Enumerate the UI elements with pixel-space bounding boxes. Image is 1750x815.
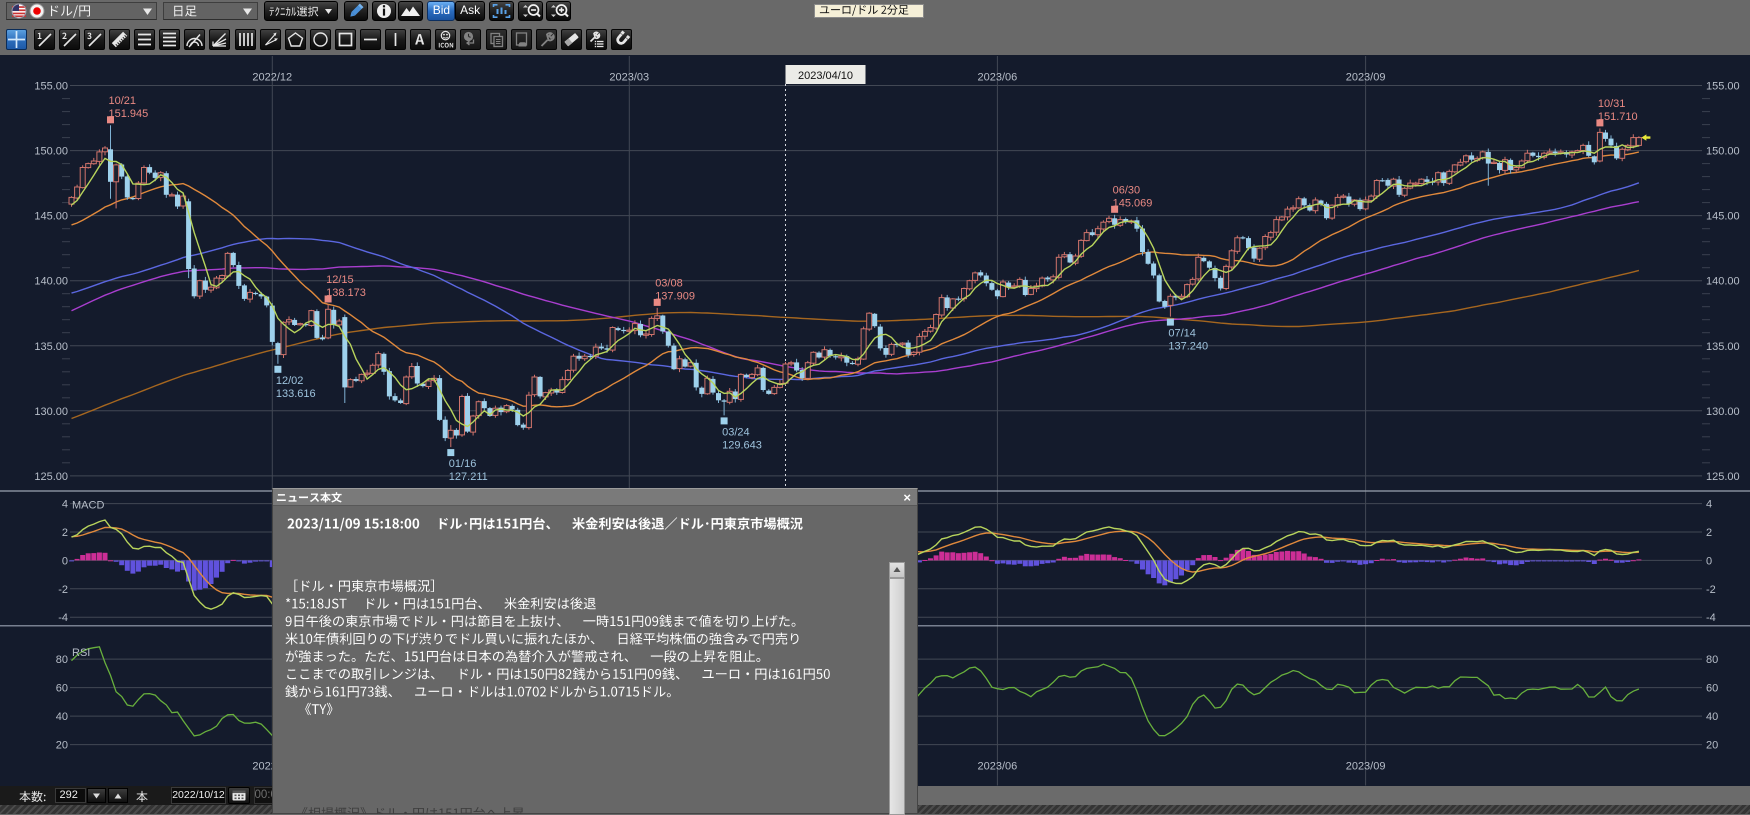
svg-text:20: 20 [56, 740, 68, 752]
svg-text:2023/09: 2023/09 [1346, 72, 1386, 84]
svg-text:2023/09: 2023/09 [1346, 761, 1386, 773]
svg-text:135.00: 135.00 [34, 341, 68, 353]
svg-text:60: 60 [56, 683, 68, 695]
svg-text:155.00: 155.00 [1706, 81, 1740, 93]
svg-text:07/14: 07/14 [1168, 328, 1196, 340]
svg-text:40: 40 [56, 711, 68, 723]
svg-text:60: 60 [1706, 683, 1718, 695]
svg-text:-2: -2 [58, 584, 68, 596]
svg-text:155.00: 155.00 [34, 81, 68, 93]
svg-text:20: 20 [1706, 740, 1718, 752]
svg-text:137.240: 137.240 [1168, 341, 1208, 353]
svg-text:10/21: 10/21 [109, 95, 137, 107]
svg-text:03/08: 03/08 [655, 277, 683, 289]
svg-text:130.00: 130.00 [34, 406, 68, 418]
svg-text:-4: -4 [1706, 612, 1716, 624]
svg-text:130.00: 130.00 [1706, 406, 1740, 418]
svg-text:150.00: 150.00 [34, 146, 68, 158]
svg-text:06/30: 06/30 [1113, 184, 1141, 196]
svg-text:80: 80 [1706, 654, 1718, 666]
svg-text:133.616: 133.616 [276, 388, 316, 400]
svg-text:4: 4 [1706, 499, 1712, 511]
svg-text:150.00: 150.00 [1706, 146, 1740, 158]
svg-text:0: 0 [62, 555, 68, 567]
svg-text:80: 80 [56, 654, 68, 666]
svg-text:12/15: 12/15 [326, 274, 354, 286]
svg-text:0: 0 [1706, 555, 1712, 567]
svg-text:10/31: 10/31 [1598, 98, 1626, 110]
svg-text:137.909: 137.909 [655, 290, 695, 302]
svg-text:145.069: 145.069 [1113, 197, 1153, 209]
svg-text:12/02: 12/02 [276, 375, 304, 387]
svg-text:2022/12: 2022/12 [252, 72, 292, 84]
svg-text:129.643: 129.643 [722, 439, 762, 451]
svg-text:125.00: 125.00 [34, 471, 68, 483]
svg-text:140.00: 140.00 [1706, 276, 1740, 288]
svg-text:03/24: 03/24 [722, 426, 750, 438]
svg-text:4: 4 [62, 499, 68, 511]
svg-text:138.173: 138.173 [326, 287, 366, 299]
svg-text:125.00: 125.00 [1706, 471, 1740, 483]
svg-text:145.00: 145.00 [34, 211, 68, 223]
svg-text:-4: -4 [58, 612, 68, 624]
svg-text:40: 40 [1706, 711, 1718, 723]
svg-text:01/16: 01/16 [449, 458, 477, 470]
svg-text:127.211: 127.211 [449, 471, 488, 483]
svg-text:135.00: 135.00 [1706, 341, 1740, 353]
svg-text:-2: -2 [1706, 584, 1716, 596]
svg-text:2023/06: 2023/06 [978, 761, 1018, 773]
svg-text:145.00: 145.00 [1706, 211, 1740, 223]
svg-text:2023/06: 2023/06 [978, 72, 1018, 84]
svg-text:151.945: 151.945 [109, 108, 149, 120]
svg-text:RSI: RSI [72, 647, 90, 659]
svg-text:MACD: MACD [72, 500, 104, 512]
svg-text:2: 2 [62, 527, 68, 539]
svg-text:2023/03: 2023/03 [609, 72, 649, 84]
svg-text:151.710: 151.710 [1598, 111, 1638, 123]
svg-text:140.00: 140.00 [34, 276, 68, 288]
svg-text:2: 2 [1706, 527, 1712, 539]
svg-text:2023/04/10: 2023/04/10 [798, 70, 853, 82]
